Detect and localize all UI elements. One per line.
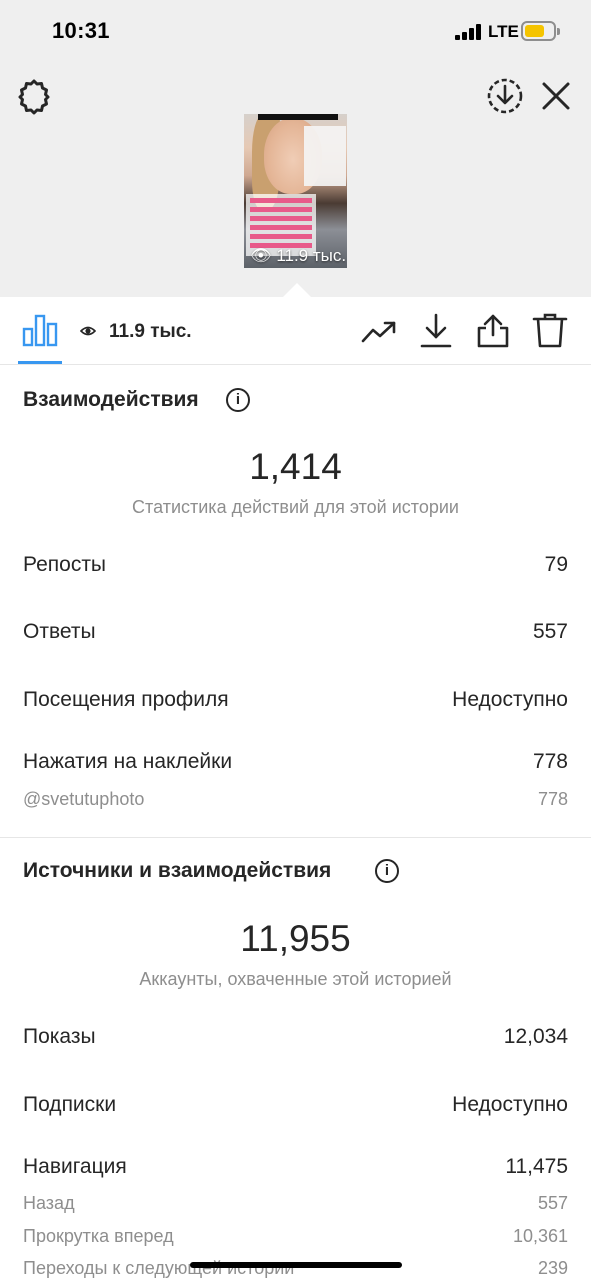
navigation-label: Навигация [23,1155,127,1178]
next-story-value: 239 [537,1258,568,1278]
reposts-value: 79 [544,553,568,576]
forward-value: 10,361 [512,1226,568,1246]
gear-icon[interactable] [14,77,54,117]
thumbnail-views: 👁 11.9 тыс. [250,246,347,265]
follows-value: Недоступно [452,1093,568,1116]
views-count: 11.9 тыс. [109,321,192,342]
thumbnail-pointer [283,283,311,297]
bar-chart-icon[interactable] [22,313,58,347]
impressions-value: 12,034 [503,1025,568,1048]
download-circle-icon[interactable] [485,76,525,116]
follows-label: Подписки [23,1093,117,1116]
reposts-label: Репосты [23,553,107,576]
network-type: LTE [488,22,519,41]
replies-value: 557 [532,620,568,643]
back-label: Назад [23,1193,75,1213]
status-time: 10:31 [52,18,110,43]
discovery-subtitle: Аккаунты, охваченные этой историей [139,969,452,989]
interactions-total: 1,414 [249,446,342,487]
share-icon[interactable] [475,313,511,349]
info-icon[interactable]: i [226,388,250,412]
home-indicator [190,1262,402,1268]
back-value: 557 [537,1193,568,1213]
navigation-value: 11,475 [505,1155,568,1178]
profile-visits-value: Недоступно [452,688,568,711]
info-icon[interactable]: i [375,859,399,883]
close-icon[interactable] [538,78,574,114]
interactions-title: Взаимодействия [23,388,199,411]
story-thumbnail[interactable]: 👁 11.9 тыс. [244,114,347,268]
sticker-handle-label: @svetutuphoto [23,789,145,809]
replies-label: Ответы [23,620,96,643]
interactions-subtitle: Статистика действий для этой истории [132,497,459,517]
discovery-total: 11,955 [240,918,351,959]
forward-label: Прокрутка вперед [23,1226,174,1246]
active-tab-indicator [18,361,62,364]
sticker-handle-value: 778 [537,789,568,809]
sticker-taps-value: 778 [532,750,568,773]
section-divider [0,837,591,838]
insights-toolbar: 11.9 тыс. [0,297,591,365]
signal-icon [455,24,482,40]
profile-visits-label: Посещения профиля [23,688,229,711]
download-icon[interactable] [418,313,454,349]
eye-icon [80,326,96,336]
discovery-title: Источники и взаимодействия [23,859,332,882]
trash-icon[interactable] [532,313,568,349]
impressions-label: Показы [23,1025,96,1048]
sticker-taps-label: Нажатия на наклейки [23,750,233,773]
battery-icon [521,21,560,41]
trend-icon[interactable] [361,313,397,349]
